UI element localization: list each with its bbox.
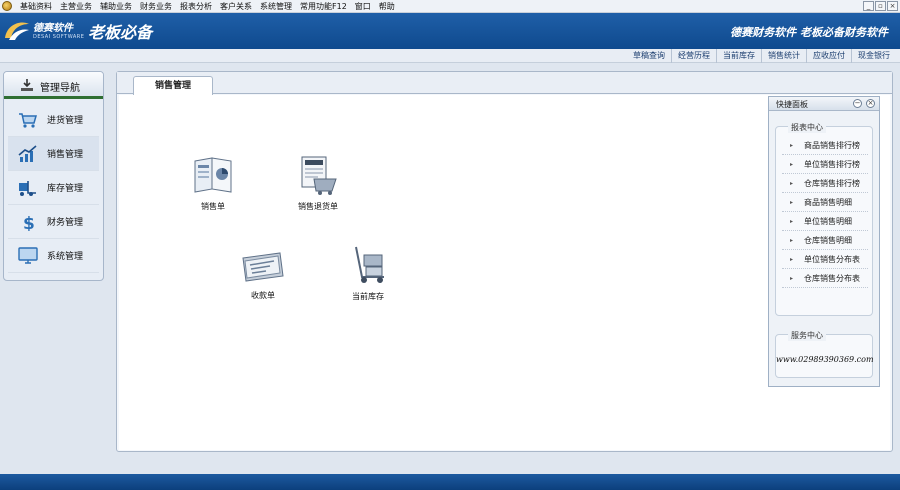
- menu-basic-data[interactable]: 基础资料: [16, 0, 56, 13]
- restore-button[interactable]: ▫: [875, 1, 886, 11]
- quick-link-receivables[interactable]: 应收应付: [806, 49, 851, 63]
- menu-system[interactable]: 系统管理: [256, 0, 296, 13]
- arrow-right-icon: ▸: [790, 275, 794, 282]
- arrow-right-icon: ▸: [790, 142, 794, 149]
- receipt-button[interactable]: 收款单: [223, 250, 303, 301]
- sales-order-button[interactable]: 销售单: [173, 155, 253, 212]
- nav-item-sales[interactable]: 销售管理: [8, 137, 99, 171]
- service-center-title: 服务中心: [788, 330, 826, 341]
- quick-link-sales-stats[interactable]: 销售统计: [761, 49, 806, 63]
- report-link-label: 单位销售明细: [804, 217, 852, 226]
- monitor-icon: [18, 247, 38, 264]
- menu-reports[interactable]: 报表分析: [176, 0, 216, 13]
- report-link[interactable]: ▸ 仓库销售排行榜: [782, 174, 868, 193]
- sales-return-button[interactable]: 销售退货单: [278, 153, 358, 212]
- arrow-right-icon: ▸: [790, 237, 794, 244]
- report-link[interactable]: ▸ 仓库销售明细: [782, 231, 868, 250]
- menu-window[interactable]: 窗口: [351, 0, 375, 13]
- report-link[interactable]: ▸ 商品销售明细: [782, 193, 868, 212]
- sales-order-icon: [194, 157, 232, 193]
- service-center-group: 服务中心 www.02989390369.com: [775, 330, 874, 378]
- report-center-title: 报表中心: [788, 122, 826, 133]
- menu-common-functions[interactable]: 常用功能F12: [296, 0, 351, 13]
- logo-text: 德赛软件: [33, 23, 73, 34]
- download-icon: [21, 79, 33, 91]
- nav-item-finance[interactable]: $ 财务管理: [8, 205, 99, 239]
- report-link[interactable]: ▸ 单位销售排行榜: [782, 155, 868, 174]
- app-icon[interactable]: [2, 1, 12, 11]
- report-link-label: 商品销售排行榜: [804, 141, 860, 150]
- menu-customers[interactable]: 客户关系: [216, 0, 256, 13]
- function-label: 收款单: [251, 291, 275, 300]
- arrow-right-icon: ▸: [790, 256, 794, 263]
- nav-item-label: 库存管理: [47, 184, 84, 194]
- arrow-right-icon: ▸: [790, 161, 794, 168]
- dollar-icon: $: [23, 214, 35, 231]
- tab-sales-management[interactable]: 销售管理: [133, 76, 213, 95]
- report-link-label: 单位销售排行榜: [804, 160, 860, 169]
- minimize-button[interactable]: _: [863, 1, 874, 11]
- banner-tagline: 德赛财务软件 老板必备财务软件: [730, 26, 888, 39]
- arrow-right-icon: ▸: [790, 180, 794, 187]
- menu-finance[interactable]: 财务业务: [136, 0, 176, 13]
- forklift-icon: [19, 181, 36, 196]
- report-center-group: 报表中心 ▸ 商品销售排行榜 ▸ 单位销售排行榜 ▸ 仓库销售排行榜 ▸ 商品销…: [775, 122, 873, 316]
- current-inventory-button[interactable]: 当前库存: [328, 243, 408, 302]
- quick-links-bar: 草稿查询 经营历程 当前库存 销售统计 应收应付 现金银行: [0, 49, 900, 63]
- arrow-right-icon: ▸: [790, 218, 794, 225]
- quick-panel-header: 快捷面板 − ×: [769, 97, 879, 111]
- quick-panel-title: 快捷面板: [776, 100, 808, 109]
- report-link-label: 单位销售分布表: [804, 255, 860, 264]
- nav-item-inventory[interactable]: 库存管理: [8, 171, 99, 205]
- report-link[interactable]: ▸ 仓库销售分布表: [782, 269, 868, 288]
- tab-strip: 销售管理: [117, 72, 892, 95]
- close-button[interactable]: ×: [887, 1, 898, 11]
- menu-help[interactable]: 帮助: [375, 0, 399, 13]
- nav-item-label: 财务管理: [47, 218, 84, 228]
- quick-link-inventory[interactable]: 当前库存: [716, 49, 761, 63]
- quick-link-drafts[interactable]: 草稿查询: [627, 49, 671, 63]
- service-contact: www.02989390369.com: [776, 355, 874, 364]
- navigation-panel: 管理导航 进货管理 销售管理 库存管理 $ 财务管理 系统管理: [3, 71, 104, 281]
- nav-item-purchasing[interactable]: 进货管理: [8, 103, 99, 137]
- trend-chart-icon: [18, 145, 37, 162]
- function-label: 销售单: [201, 202, 225, 211]
- menu-aux-business[interactable]: 辅助业务: [96, 0, 136, 13]
- menu-bar: 基础资料 主营业务 辅助业务 财务业务 报表分析 客户关系 系统管理 常用功能F…: [0, 0, 900, 13]
- cart-icon: [19, 113, 37, 128]
- close-icon[interactable]: ×: [866, 99, 875, 108]
- quick-panel: 快捷面板 − × 报表中心 ▸ 商品销售排行榜 ▸ 单位销售排行榜 ▸ 仓库销售…: [768, 96, 880, 387]
- sales-return-icon: [301, 156, 337, 195]
- collapse-icon[interactable]: −: [853, 99, 862, 108]
- function-label: 销售退货单: [298, 202, 338, 211]
- receipt-icon: [242, 252, 284, 282]
- quick-link-cash-bank[interactable]: 现金银行: [851, 49, 896, 63]
- report-link-label: 仓库销售排行榜: [804, 179, 860, 188]
- nav-title: 管理导航: [40, 83, 80, 94]
- menu-main-business[interactable]: 主营业务: [56, 0, 96, 13]
- nav-item-label: 销售管理: [47, 150, 84, 160]
- report-link-label: 商品销售明细: [804, 198, 852, 207]
- window-controls: _ ▫ ×: [863, 1, 898, 11]
- logo-slogan: 老板必备: [88, 23, 153, 42]
- report-link[interactable]: ▸ 单位销售明细: [782, 212, 868, 231]
- logo-mark-icon: [5, 22, 29, 40]
- svg-text:$: $: [23, 214, 35, 231]
- nav-header: 管理导航: [4, 72, 103, 99]
- app-banner: 德赛软件 DESAI SOFTWARE 老板必备 德赛财务软件 老板必备财务软件: [0, 13, 900, 49]
- function-label: 当前库存: [352, 292, 384, 301]
- report-link[interactable]: ▸ 单位销售分布表: [782, 250, 868, 269]
- nav-item-system[interactable]: 系统管理: [8, 239, 99, 273]
- quick-link-history[interactable]: 经营历程: [671, 49, 716, 63]
- bottom-bar: [0, 474, 900, 490]
- inventory-cart-icon: [355, 246, 384, 283]
- report-link-label: 仓库销售明细: [804, 236, 852, 245]
- nav-item-label: 系统管理: [47, 252, 84, 262]
- report-link[interactable]: ▸ 商品销售排行榜: [782, 136, 868, 155]
- arrow-right-icon: ▸: [790, 199, 794, 206]
- logo-subtitle: DESAI SOFTWARE: [33, 34, 85, 40]
- nav-item-label: 进货管理: [47, 116, 84, 126]
- report-link-label: 仓库销售分布表: [804, 274, 860, 283]
